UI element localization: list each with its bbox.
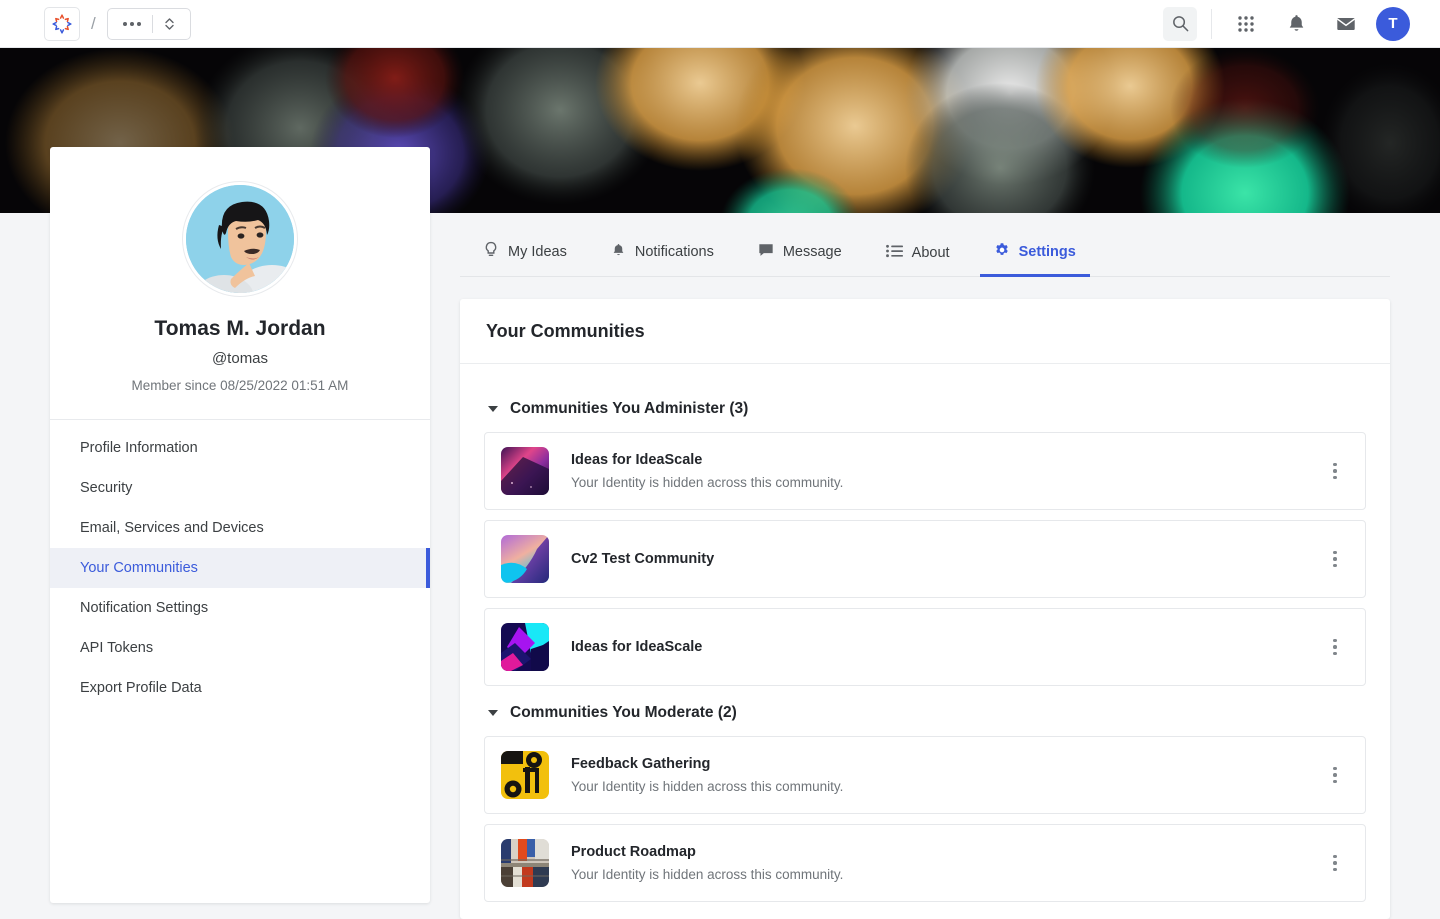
tab-label: Message	[783, 244, 842, 260]
community-title: Cv2 Test Community	[571, 551, 1321, 567]
kebab-menu-icon[interactable]	[1321, 761, 1349, 789]
kebab-menu-icon[interactable]	[1321, 545, 1349, 573]
gear-icon	[994, 242, 1010, 262]
sidebar-item-export-profile-data[interactable]: Export Profile Data	[50, 668, 430, 708]
sidebar-item-label: Notification Settings	[80, 600, 208, 616]
section-heading-label: Communities You Administer (3)	[510, 400, 748, 418]
avatar[interactable]: T	[1376, 7, 1410, 41]
tab-notifications[interactable]: Notifications	[597, 242, 728, 276]
community-info: Feedback Gathering Your Identity is hidd…	[571, 756, 1321, 794]
community-thumbnail	[501, 535, 549, 583]
top-bar: /	[0, 0, 1440, 48]
sidebar-item-label: Email, Services and Devices	[80, 520, 264, 536]
profile-sidebar-card: Tomas M. Jordan @tomas Member since 08/2…	[50, 147, 430, 903]
community-row[interactable]: Product Roadmap Your Identity is hidden …	[484, 824, 1366, 902]
panel-body: Communities You Administer (3)	[460, 364, 1390, 902]
list-icon	[886, 244, 903, 262]
community-title: Feedback Gathering	[571, 756, 1321, 772]
bell-icon[interactable]	[1276, 4, 1316, 44]
tab-settings[interactable]: Settings	[980, 242, 1090, 276]
user-portrait-avatar	[183, 182, 297, 296]
ideascale-logo-icon[interactable]	[44, 7, 80, 41]
section-heading-label: Communities You Moderate (2)	[510, 704, 737, 722]
community-subtitle: Your Identity is hidden across this comm…	[571, 867, 1321, 882]
chevron-up-down-icon	[153, 16, 186, 32]
profile-handle: @tomas	[50, 350, 430, 367]
sidebar-item-api-tokens[interactable]: API Tokens	[50, 628, 430, 668]
community-thumbnail	[501, 447, 549, 495]
sidebar-item-label: API Tokens	[80, 640, 153, 656]
tab-label: Settings	[1019, 244, 1076, 260]
member-since-text: Member since 08/25/2022 01:51 AM	[50, 378, 430, 419]
sidebar-item-label: Security	[80, 480, 132, 496]
section-header-administer[interactable]: Communities You Administer (3)	[488, 400, 1366, 418]
sidebar-item-label: Your Communities	[80, 560, 198, 576]
community-info: Cv2 Test Community	[571, 551, 1321, 567]
bell-icon	[611, 242, 626, 262]
community-info: Ideas for IdeaScale	[571, 639, 1321, 655]
community-info: Ideas for IdeaScale Your Identity is hid…	[571, 452, 1321, 490]
context-selector[interactable]	[107, 8, 191, 40]
page-title: Tomas M. Jordan	[50, 317, 430, 341]
apps-grid-icon[interactable]	[1226, 4, 1266, 44]
community-row[interactable]: Cv2 Test Community	[484, 520, 1366, 598]
community-subtitle: Your Identity is hidden across this comm…	[571, 779, 1321, 794]
tab-my-ideas[interactable]: My Ideas	[469, 241, 581, 276]
divider	[1211, 9, 1212, 39]
sidebar-item-label: Profile Information	[80, 440, 198, 456]
tab-label: Notifications	[635, 244, 714, 260]
avatar-initial: T	[1388, 15, 1397, 32]
profile-tabs: My Ideas Notifications Message	[460, 213, 1390, 277]
main-content: My Ideas Notifications Message	[460, 213, 1390, 919]
tab-about[interactable]: About	[872, 244, 964, 276]
community-subtitle: Your Identity is hidden across this comm…	[571, 475, 1321, 490]
tab-label: About	[912, 245, 950, 261]
community-row[interactable]: Feedback Gathering Your Identity is hidd…	[484, 736, 1366, 814]
search-icon[interactable]	[1163, 7, 1197, 41]
sidebar-item-email-services-devices[interactable]: Email, Services and Devices	[50, 508, 430, 548]
tab-message[interactable]: Message	[744, 242, 856, 276]
your-communities-panel: Your Communities Communities You Adminis…	[460, 299, 1390, 919]
kebab-menu-icon[interactable]	[1321, 457, 1349, 485]
ellipsis-icon	[112, 22, 152, 26]
tab-label: My Ideas	[508, 244, 567, 260]
settings-nav: Profile Information Security Email, Serv…	[50, 420, 430, 708]
sidebar-item-your-communities[interactable]: Your Communities	[50, 548, 430, 588]
panel-title: Your Communities	[460, 299, 1390, 364]
sidebar-item-profile-information[interactable]: Profile Information	[50, 428, 430, 468]
lightbulb-icon	[483, 241, 499, 262]
community-title: Ideas for IdeaScale	[571, 639, 1321, 655]
community-thumbnail	[501, 623, 549, 671]
section-header-moderate[interactable]: Communities You Moderate (2)	[488, 704, 1366, 722]
community-row[interactable]: Ideas for IdeaScale	[484, 608, 1366, 686]
chat-bubble-icon	[758, 242, 774, 262]
community-title: Product Roadmap	[571, 844, 1321, 860]
kebab-menu-icon[interactable]	[1321, 633, 1349, 661]
community-info: Product Roadmap Your Identity is hidden …	[571, 844, 1321, 882]
community-thumbnail	[501, 839, 549, 887]
community-title: Ideas for IdeaScale	[571, 452, 1321, 468]
sidebar-item-notification-settings[interactable]: Notification Settings	[50, 588, 430, 628]
sidebar-item-label: Export Profile Data	[80, 680, 202, 696]
community-thumbnail	[501, 751, 549, 799]
kebab-menu-icon[interactable]	[1321, 849, 1349, 877]
top-bar-actions: T	[1163, 4, 1440, 44]
envelope-icon[interactable]	[1326, 4, 1366, 44]
community-row[interactable]: Ideas for IdeaScale Your Identity is hid…	[484, 432, 1366, 510]
sidebar-item-security[interactable]: Security	[50, 468, 430, 508]
caret-down-icon	[488, 406, 498, 412]
caret-down-icon	[488, 710, 498, 716]
breadcrumb-separator: /	[91, 14, 96, 34]
